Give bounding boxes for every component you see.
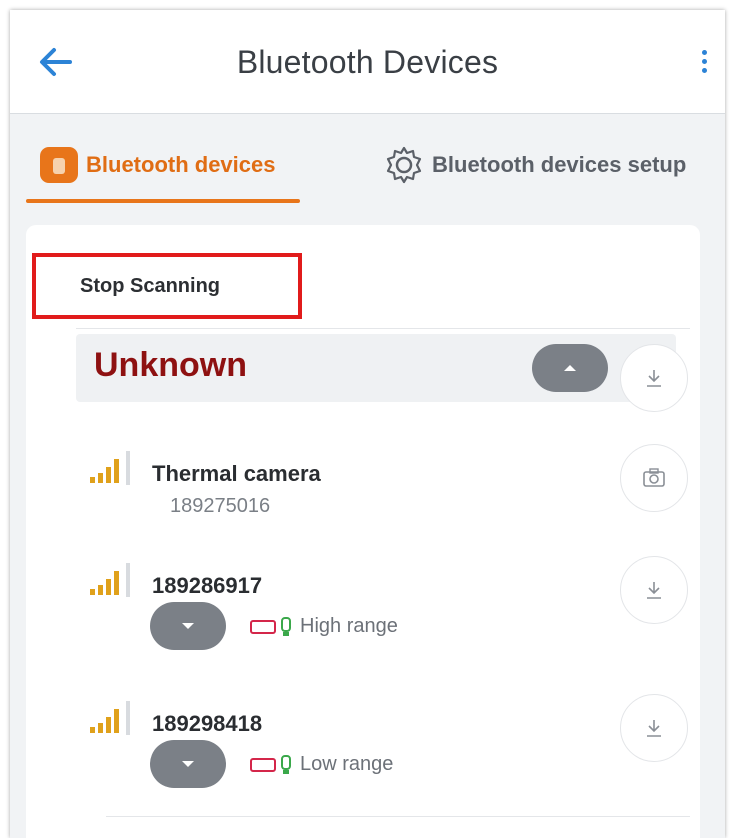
- camera-button[interactable]: [620, 444, 688, 512]
- device-id: 189275016: [170, 495, 271, 517]
- devices-card: Stop Scanning Unknown Thermal camera 189…: [26, 225, 700, 838]
- expand-device-button[interactable]: [150, 740, 226, 788]
- download-group-button[interactable]: [620, 344, 688, 412]
- app-window: Bluetooth Devices Bluetooth devices Blue…: [10, 10, 725, 838]
- device-name: 189298418: [152, 711, 263, 736]
- device-icon: [40, 147, 78, 183]
- signal-bars-icon: [90, 563, 130, 597]
- battery-icon: [250, 619, 276, 634]
- download-icon: [647, 720, 661, 737]
- device-name: 189286917: [152, 573, 263, 598]
- gear-icon: [386, 146, 422, 184]
- page-title: Bluetooth Devices: [236, 44, 499, 80]
- tab-bar: Bluetooth devices Bluetooth devices setu…: [10, 115, 725, 203]
- bulb-icon: [281, 754, 291, 774]
- stop-scanning-label: Stop Scanning: [80, 274, 220, 297]
- expand-device-button[interactable]: [150, 602, 226, 650]
- chevron-down-icon: [182, 761, 194, 767]
- collapse-group-button[interactable]: [532, 344, 608, 392]
- download-icon: [647, 370, 661, 387]
- divider: [106, 816, 690, 817]
- group-title: Unknown: [94, 346, 247, 384]
- download-button[interactable]: [620, 556, 688, 624]
- group-header-unknown: Unknown: [76, 334, 676, 402]
- range-label: Low range: [300, 753, 394, 775]
- app-bar: Bluetooth Devices: [10, 10, 725, 114]
- download-icon: [647, 582, 661, 599]
- device-name: Thermal camera: [152, 461, 321, 486]
- signal-bars-icon: [90, 451, 130, 485]
- divider: [76, 328, 690, 329]
- range-status: High range: [250, 615, 398, 638]
- battery-icon: [250, 757, 276, 772]
- chevron-down-icon: [182, 623, 194, 629]
- tab-bluetooth-devices-setup[interactable]: Bluetooth devices setup: [384, 145, 686, 185]
- range-label: High range: [300, 615, 398, 637]
- download-button[interactable]: [620, 694, 688, 762]
- camera-icon: [643, 468, 665, 487]
- more-menu-button[interactable]: [696, 50, 712, 80]
- tab-label: Bluetooth devices setup: [432, 152, 687, 177]
- more-vertical-icon: [696, 50, 712, 73]
- signal-bars-icon: [90, 701, 130, 735]
- tab-label: Bluetooth devices: [86, 152, 276, 177]
- tab-bluetooth-devices[interactable]: Bluetooth devices: [40, 145, 275, 185]
- chevron-up-icon: [564, 365, 576, 371]
- stop-scanning-button[interactable]: Stop Scanning: [32, 253, 302, 319]
- list-item[interactable]: Thermal camera 189275016: [86, 447, 706, 537]
- active-tab-indicator: [26, 199, 300, 203]
- range-status: Low range: [250, 753, 393, 776]
- bulb-icon: [281, 616, 291, 636]
